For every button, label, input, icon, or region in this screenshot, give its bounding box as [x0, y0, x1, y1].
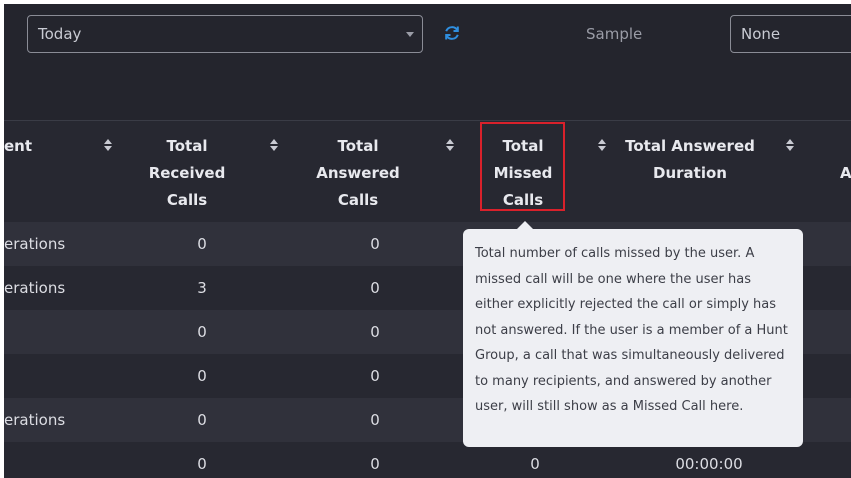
answered-cell: 0 — [370, 455, 380, 473]
sort-icon[interactable] — [446, 139, 454, 153]
filter-bar: Today Sample None — [4, 4, 851, 120]
agent-cell: erations — [4, 279, 66, 297]
agent-cell: erations — [4, 411, 66, 429]
received-cell: 0 — [197, 235, 207, 253]
sort-icon[interactable] — [104, 139, 112, 153]
received-cell: 0 — [197, 455, 207, 473]
column-header-label: Total Answered Duration — [625, 137, 755, 182]
sample-label: Sample — [586, 25, 643, 43]
duration-cell: 00:00:00 — [675, 455, 743, 473]
table-row[interactable]: 0 0 0 00:00:00 — [4, 442, 851, 478]
column-header-duration[interactable]: Total Answered Duration — [620, 121, 794, 223]
sample-select[interactable]: None — [730, 15, 851, 53]
sort-icon[interactable] — [270, 139, 278, 153]
missed-cell: 0 — [530, 455, 540, 473]
agent-cell — [4, 442, 124, 478]
sample-select-value: None — [741, 25, 781, 43]
received-cell: 0 — [197, 367, 207, 385]
answered-cell: 0 — [370, 323, 380, 341]
sort-icon[interactable] — [786, 139, 794, 153]
agent-cell — [4, 310, 124, 354]
answered-cell: 0 — [370, 279, 380, 297]
answered-cell: 0 — [370, 235, 380, 253]
column-header-label: Total Received Calls — [148, 137, 226, 209]
column-header-label: A — [840, 164, 851, 182]
missed-calls-highlight — [480, 122, 565, 211]
refresh-icon[interactable] — [442, 23, 462, 43]
column-header-label: ent — [4, 137, 33, 155]
tooltip-text: Total number of calls missed by the user… — [475, 246, 788, 414]
column-header-received[interactable]: Total Received Calls — [129, 121, 278, 223]
sort-icon[interactable] — [598, 139, 606, 153]
column-header-answered[interactable]: Total Answered Calls — [299, 121, 454, 223]
received-cell: 0 — [197, 411, 207, 429]
column-header-agent[interactable]: ent — [4, 121, 114, 223]
column-header-label: Total Answered Calls — [316, 137, 400, 209]
chevron-down-icon — [406, 32, 414, 37]
agent-cell: erations — [4, 235, 66, 253]
answered-cell: 0 — [370, 367, 380, 385]
table-header: ent Total Received Calls Total Answered … — [4, 120, 851, 223]
missed-calls-tooltip: Total number of calls missed by the user… — [463, 221, 803, 447]
column-header-partial[interactable]: A — [840, 121, 851, 223]
period-select-value: Today — [38, 25, 82, 43]
received-cell: 3 — [197, 279, 207, 297]
period-select[interactable]: Today — [27, 15, 423, 53]
report-panel: Today Sample None ent Total Received Cal… — [4, 4, 851, 478]
answered-cell: 0 — [370, 411, 380, 429]
received-cell: 0 — [197, 323, 207, 341]
agent-cell — [4, 354, 124, 398]
